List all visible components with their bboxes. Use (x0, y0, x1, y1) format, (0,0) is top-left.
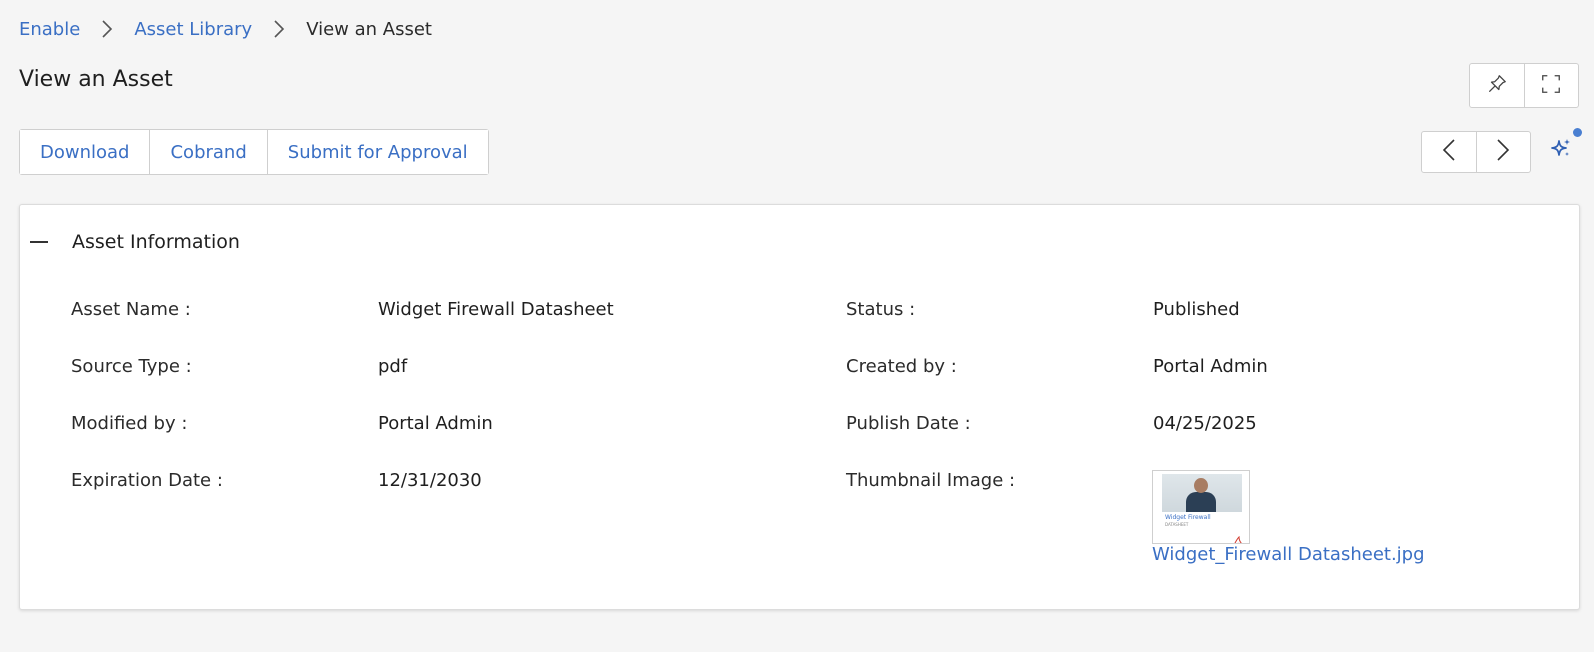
expiration-date-value: 12/31/2030 (378, 470, 482, 491)
panel-header: Asset Information (20, 227, 240, 257)
chevron-left-icon (1442, 138, 1456, 166)
thumbnail-image[interactable]: Widget Firewall DATASHEET (1152, 470, 1250, 544)
thumbnail-image-label: Thumbnail Image : (846, 470, 1016, 491)
thumbnail-figure-head (1194, 478, 1208, 493)
asset-actions: Download Cobrand Submit for Approval (19, 129, 489, 175)
chevron-right-icon (252, 19, 306, 39)
publish-date-value: 04/25/2025 (1153, 413, 1257, 434)
panel-title: Asset Information (72, 231, 240, 253)
next-button[interactable] (1475, 132, 1531, 172)
chevron-right-icon (80, 19, 134, 39)
modified-by-label: Modified by : (71, 413, 188, 434)
view-options-group (1469, 63, 1579, 108)
publish-date-label: Publish Date : (846, 413, 971, 434)
source-type-label: Source Type : (71, 356, 192, 377)
breadcrumb-asset-library[interactable]: Asset Library (134, 19, 252, 40)
submit-for-approval-button[interactable]: Submit for Approval (266, 130, 488, 174)
thumbnail-file-link[interactable]: Widget_Firewall Datasheet.jpg (1152, 544, 1425, 565)
thumbnail-figure-body (1186, 492, 1216, 512)
download-button[interactable]: Download (20, 130, 150, 174)
status-label: Status : (846, 299, 916, 320)
record-navigation (1421, 131, 1531, 173)
page-title: View an Asset (19, 67, 173, 92)
asset-name-value: Widget Firewall Datasheet (378, 299, 614, 320)
breadcrumb: Enable Asset Library View an Asset (19, 17, 432, 41)
expiration-date-label: Expiration Date : (71, 470, 223, 491)
thumbnail-photo (1162, 474, 1242, 512)
view-asset-page: Enable Asset Library View an Asset View … (0, 0, 1594, 652)
thumbnail-subtitle: DATASHEET (1165, 522, 1189, 527)
ai-assistant-button[interactable] (1546, 136, 1576, 166)
pin-icon (1486, 73, 1508, 99)
minus-icon (30, 241, 48, 243)
breadcrumb-current: View an Asset (306, 18, 432, 40)
source-type-value: pdf (378, 356, 408, 377)
modified-by-value: Portal Admin (378, 413, 493, 434)
previous-button[interactable] (1422, 132, 1476, 172)
pdf-icon (1233, 531, 1243, 543)
created-by-label: Created by : (846, 356, 957, 377)
fullscreen-icon (1540, 73, 1562, 99)
sparkle-icon (1549, 137, 1573, 165)
thumbnail-title: Widget Firewall (1165, 514, 1211, 521)
breadcrumb-enable[interactable]: Enable (19, 19, 80, 40)
cobrand-button[interactable]: Cobrand (149, 130, 267, 174)
chevron-right-icon (1496, 138, 1510, 166)
pin-button[interactable] (1470, 64, 1524, 107)
asset-name-label: Asset Name : (71, 299, 191, 320)
status-value: Published (1153, 299, 1240, 320)
created-by-value: Portal Admin (1153, 356, 1268, 377)
notification-dot (1573, 128, 1582, 137)
fullscreen-button[interactable] (1523, 64, 1579, 107)
